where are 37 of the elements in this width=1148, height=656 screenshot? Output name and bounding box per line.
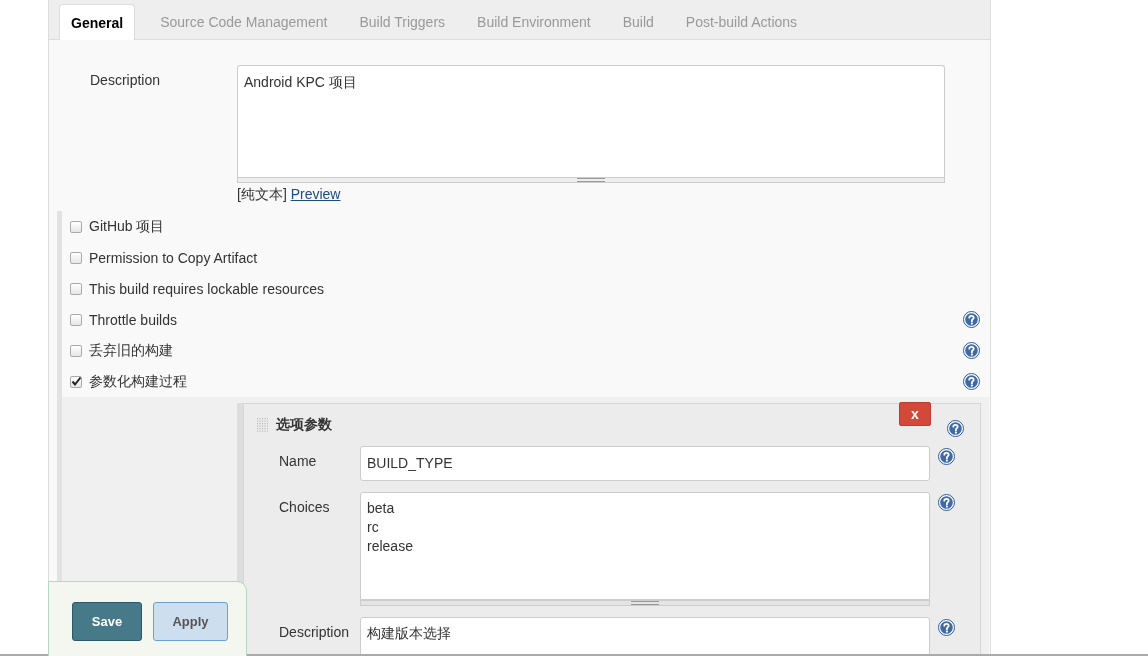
option-label: Throttle builds [89, 311, 177, 328]
option-label: 参数化构建过程 [89, 372, 187, 389]
checkbox[interactable] [70, 375, 82, 388]
option-label: 丢弃旧的构建 [89, 341, 173, 358]
save-button[interactable]: Save [72, 602, 142, 641]
option-label: This build requires lockable resources [89, 280, 324, 297]
help-icon[interactable] [963, 311, 980, 328]
field-label: Name [279, 453, 317, 469]
delete-button[interactable]: x [899, 402, 931, 426]
help-icon[interactable] [947, 420, 964, 437]
help-icon[interactable] [938, 494, 955, 511]
help-icon[interactable] [938, 448, 955, 465]
checkbox[interactable] [70, 313, 82, 326]
input-field[interactable]: BUILD_TYPE [360, 446, 930, 481]
drag-handle-icon[interactable] [256, 417, 268, 433]
text-area[interactable]: 构建版本选择 [360, 617, 930, 654]
preview-link[interactable]: Preview [290, 186, 341, 202]
resize-handle[interactable] [360, 600, 930, 606]
help-icon[interactable] [938, 619, 955, 636]
parameter-title: 选项参数 [276, 416, 332, 434]
format-label: [纯文本] [237, 186, 287, 202]
checkbox[interactable] [70, 282, 82, 295]
option-label: GitHub 项目 [89, 217, 165, 234]
option-label: Permission to Copy Artifact [89, 249, 258, 266]
text-area[interactable]: beta rc release [360, 492, 930, 600]
checkbox[interactable] [70, 344, 82, 357]
help-icon[interactable] [963, 373, 980, 390]
description-field[interactable]: Android KPC 项目 [237, 65, 945, 177]
field-label: Description [279, 624, 350, 640]
resize-handle[interactable] [237, 177, 945, 183]
help-icon[interactable] [963, 342, 980, 359]
description-label: Description [90, 72, 161, 88]
field-label: Choices [279, 499, 330, 515]
tab[interactable]: General [59, 4, 136, 40]
checkbox[interactable] [70, 220, 82, 233]
apply-button[interactable]: Apply [153, 602, 228, 641]
checkbox[interactable] [70, 251, 82, 264]
